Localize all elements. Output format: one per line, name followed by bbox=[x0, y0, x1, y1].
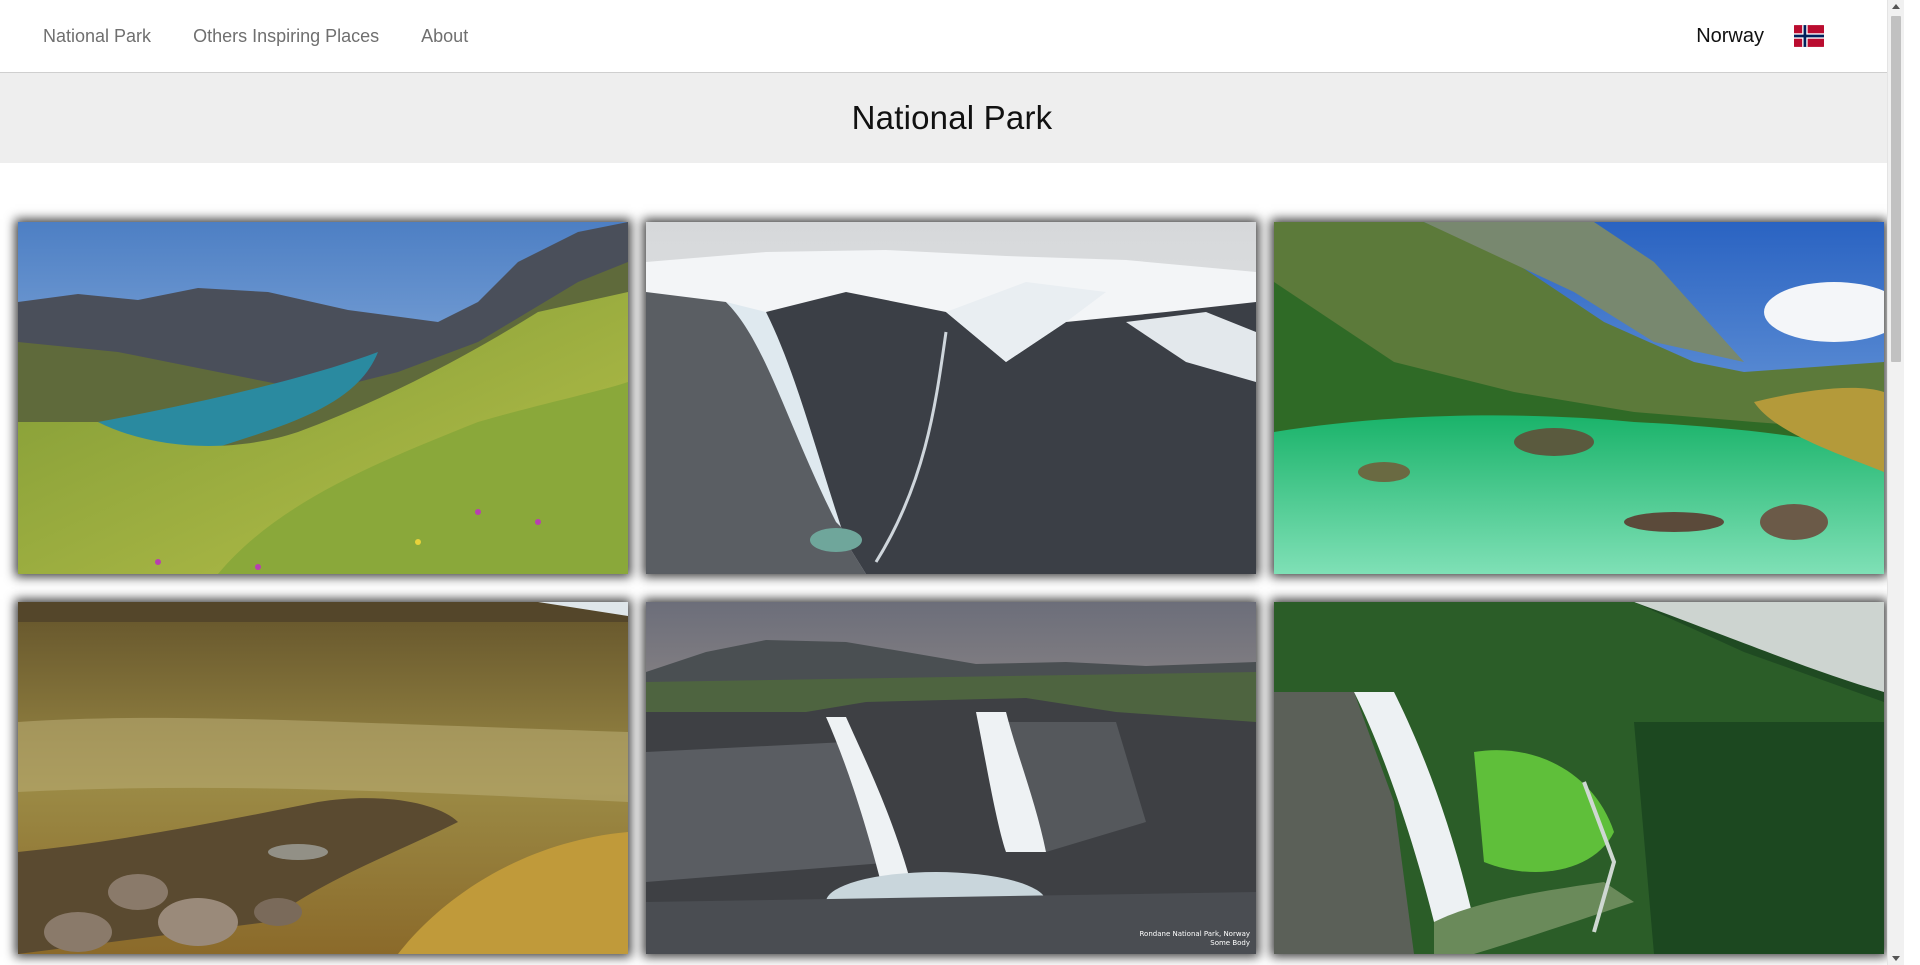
gallery-image-forest-waterfall[interactable] bbox=[1274, 602, 1884, 954]
top-navbar: National Park Others Inspiring Places Ab… bbox=[0, 0, 1904, 73]
title-band: National Park bbox=[0, 73, 1904, 163]
rondane-waterfalls-photo bbox=[646, 602, 1256, 954]
nav-link-national-park[interactable]: National Park bbox=[43, 25, 151, 47]
tundra-stream-photo bbox=[18, 602, 628, 954]
photo-caption: Rondane National Park, Norway Some Body bbox=[1140, 930, 1251, 948]
gallery-image-glacier[interactable] bbox=[646, 222, 1256, 574]
country-selector[interactable]: Norway bbox=[1696, 20, 1824, 52]
mountain-lake-photo bbox=[18, 222, 628, 574]
forest-waterfall-photo bbox=[1274, 602, 1884, 954]
gallery-image-tundra-stream[interactable] bbox=[18, 602, 628, 954]
nav-link-others-inspiring-places[interactable]: Others Inspiring Places bbox=[193, 25, 379, 47]
glacier-photo bbox=[646, 222, 1256, 574]
norway-flag-icon[interactable] bbox=[1794, 24, 1824, 48]
country-label[interactable]: Norway bbox=[1696, 20, 1764, 52]
gallery-image-emerald-river[interactable] bbox=[1274, 222, 1884, 574]
scrollbar-thumb[interactable] bbox=[1891, 16, 1901, 362]
scroll-up-icon[interactable] bbox=[1892, 4, 1900, 9]
gallery-image-rondane-waterfalls[interactable]: Rondane National Park, Norway Some Body bbox=[646, 602, 1256, 954]
photo-gallery: Rondane National Park, Norway Some Body bbox=[18, 222, 1886, 954]
photo-caption-credit: Some Body bbox=[1210, 939, 1250, 947]
nav-links: National Park Others Inspiring Places Ab… bbox=[43, 25, 468, 47]
scroll-down-icon[interactable] bbox=[1892, 956, 1900, 961]
page-title: National Park bbox=[851, 99, 1053, 136]
page-scrollbar[interactable] bbox=[1887, 0, 1904, 965]
gallery-image-mountain-lake[interactable] bbox=[18, 222, 628, 574]
photo-caption-title: Rondane National Park, Norway bbox=[1139, 930, 1251, 938]
page: National Park Others Inspiring Places Ab… bbox=[0, 0, 1904, 965]
emerald-river-photo bbox=[1274, 222, 1884, 574]
nav-link-about[interactable]: About bbox=[421, 25, 468, 47]
